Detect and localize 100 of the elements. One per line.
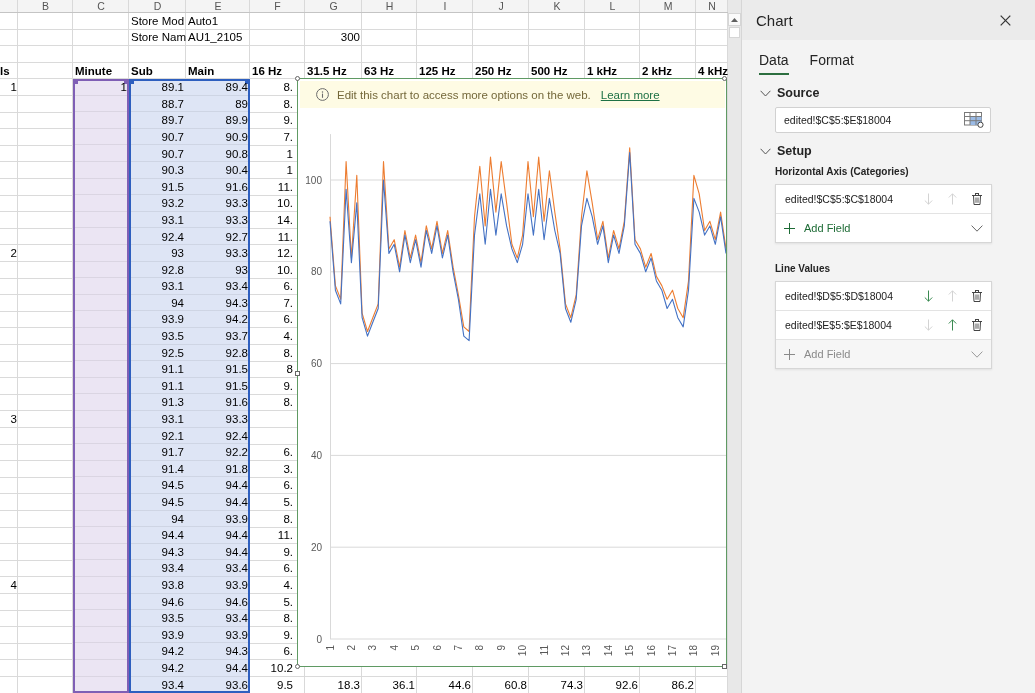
vertical-scrollbar[interactable] xyxy=(728,0,741,693)
axis-label: 10 xyxy=(517,645,529,657)
cell-text: 6. xyxy=(283,562,293,575)
cell-text: 93.9 xyxy=(161,313,184,326)
axis-label: 8 xyxy=(474,645,486,651)
column-header[interactable]: D xyxy=(129,0,186,13)
cell-text: 1 xyxy=(286,147,293,160)
trash-icon[interactable] xyxy=(972,290,982,302)
cell-text: 92.4 xyxy=(225,429,248,442)
column-header[interactable]: M xyxy=(640,0,696,13)
resize-handle-icon[interactable] xyxy=(722,76,727,81)
cell-text: 94.4 xyxy=(225,496,248,508)
axis-label: 3 xyxy=(367,645,379,651)
axis-label: 4 xyxy=(388,645,400,651)
column-header[interactable]: L xyxy=(585,0,640,13)
cell-text: 93.3 xyxy=(225,247,248,260)
axis-label: 17 xyxy=(667,645,678,657)
triangle-up-icon xyxy=(731,17,738,22)
section-toggle[interactable]: Source xyxy=(759,85,820,101)
arrow-up-icon[interactable] xyxy=(948,319,957,331)
cell-text: 89.7 xyxy=(161,114,184,127)
resize-handle-icon[interactable] xyxy=(295,371,300,376)
cell-text: 93.4 xyxy=(225,612,248,625)
column-header[interactable]: E xyxy=(186,0,250,13)
column-header[interactable]: H xyxy=(362,0,417,13)
scrollbar-thumb[interactable] xyxy=(729,27,740,38)
cell-text: 1 xyxy=(286,164,293,177)
resize-handle-icon[interactable] xyxy=(295,76,300,81)
cell-text: 93.1 xyxy=(161,413,184,426)
cell-text: 88.7 xyxy=(161,97,184,110)
column-heading: ls xyxy=(0,64,10,77)
column-heading: 250 Hz xyxy=(475,64,512,77)
cell-text: 92.7 xyxy=(225,230,248,243)
cell-text: 10. xyxy=(277,197,293,210)
cell-text: 90.8 xyxy=(225,147,248,160)
cell-text: 12. xyxy=(277,247,293,260)
tab[interactable]: Format xyxy=(809,52,854,75)
column-heading: Main xyxy=(188,64,215,77)
table-icon[interactable] xyxy=(964,112,984,128)
cell-text: 92.8 xyxy=(161,263,184,276)
field-range[interactable]: edited!$E$5:$E$18004 xyxy=(785,319,924,331)
column-header[interactable]: G xyxy=(305,0,362,13)
axis-label: 1 xyxy=(324,645,336,651)
source-field[interactable]: edited!$C$5:$E$18004 xyxy=(775,107,991,133)
info-message: Edit this chart to access more options on the web. xyxy=(337,88,591,101)
cell-text: 93.3 xyxy=(225,213,248,226)
cell-text: 300 xyxy=(340,31,360,44)
arrow-down-icon[interactable] xyxy=(924,290,933,302)
column-header[interactable]: K xyxy=(529,0,585,13)
cell-text: 94.4 xyxy=(225,479,248,492)
cell-text: 3 xyxy=(10,413,17,426)
learn-more-link[interactable]: Learn more xyxy=(600,88,660,101)
scroll-up-button[interactable] xyxy=(728,13,741,26)
trash-icon[interactable] xyxy=(972,319,982,331)
axis-label: 100 xyxy=(305,174,322,186)
chevron-down-icon xyxy=(971,350,983,358)
axis-label: 5 xyxy=(410,645,422,651)
cell-text: 92.5 xyxy=(161,346,184,359)
cell-text: 8. xyxy=(283,396,293,409)
column-header[interactable]: F xyxy=(250,0,305,13)
cell-text: 93.6 xyxy=(225,678,248,691)
field-range[interactable]: edited!$C$5:$C$18004 xyxy=(785,193,924,205)
section-toggle[interactable]: Setup xyxy=(759,143,812,159)
cell-text: 4. xyxy=(283,330,293,343)
axis-label: 6 xyxy=(431,645,443,651)
cell-text: 91.7 xyxy=(161,446,184,459)
column-header[interactable]: I xyxy=(417,0,473,13)
cell-text: 93.9 xyxy=(225,512,248,525)
cell-text: 94.2 xyxy=(161,645,184,658)
plus-icon xyxy=(784,222,795,234)
cell-text: 4 xyxy=(10,579,17,591)
column-header[interactable]: C xyxy=(73,0,129,13)
pane-title: Chart xyxy=(756,11,793,29)
column-header[interactable]: N xyxy=(696,0,728,13)
resize-handle-icon[interactable] xyxy=(295,664,300,669)
cell-text: 18.3 xyxy=(337,678,360,691)
cell-text: 5. xyxy=(283,496,293,508)
cell-text: 86.2 xyxy=(671,678,694,691)
info-icon xyxy=(316,88,329,101)
add-field-button[interactable]: Add Field xyxy=(776,214,991,242)
close-button[interactable] xyxy=(999,13,1012,27)
cell-text: AU1_2105 xyxy=(188,31,243,44)
cell-text: 10.2 xyxy=(270,661,293,674)
cell-text: 9. xyxy=(283,379,293,392)
column-header[interactable]: J xyxy=(473,0,529,13)
axis-label: 14 xyxy=(602,645,614,657)
cell-text: 93.1 xyxy=(161,213,184,226)
cell-text: 94.5 xyxy=(161,479,184,492)
column-heading: 1 kHz xyxy=(587,64,618,77)
axis-label: 18 xyxy=(688,645,700,657)
tab[interactable]: Data xyxy=(759,52,789,75)
resize-handle-icon[interactable] xyxy=(722,664,727,669)
column-header[interactable]: B xyxy=(18,0,73,13)
field-range[interactable]: edited!$D$5:$D$18004 xyxy=(785,290,924,302)
cell-text: 89.1 xyxy=(161,81,184,94)
chart-frame[interactable]: Edit this chart to access more options on the web. Learn more 0 20 40 60 80 100 1 2 3 4 5 6 7 8 9 10 11 12 13 14 15 16 17 18 19 xyxy=(297,78,727,667)
trash-icon[interactable] xyxy=(972,193,982,205)
cell-text: 94.5 xyxy=(161,496,184,508)
column-heading: Minute xyxy=(75,64,113,77)
cell-text: 93.7 xyxy=(225,330,248,343)
